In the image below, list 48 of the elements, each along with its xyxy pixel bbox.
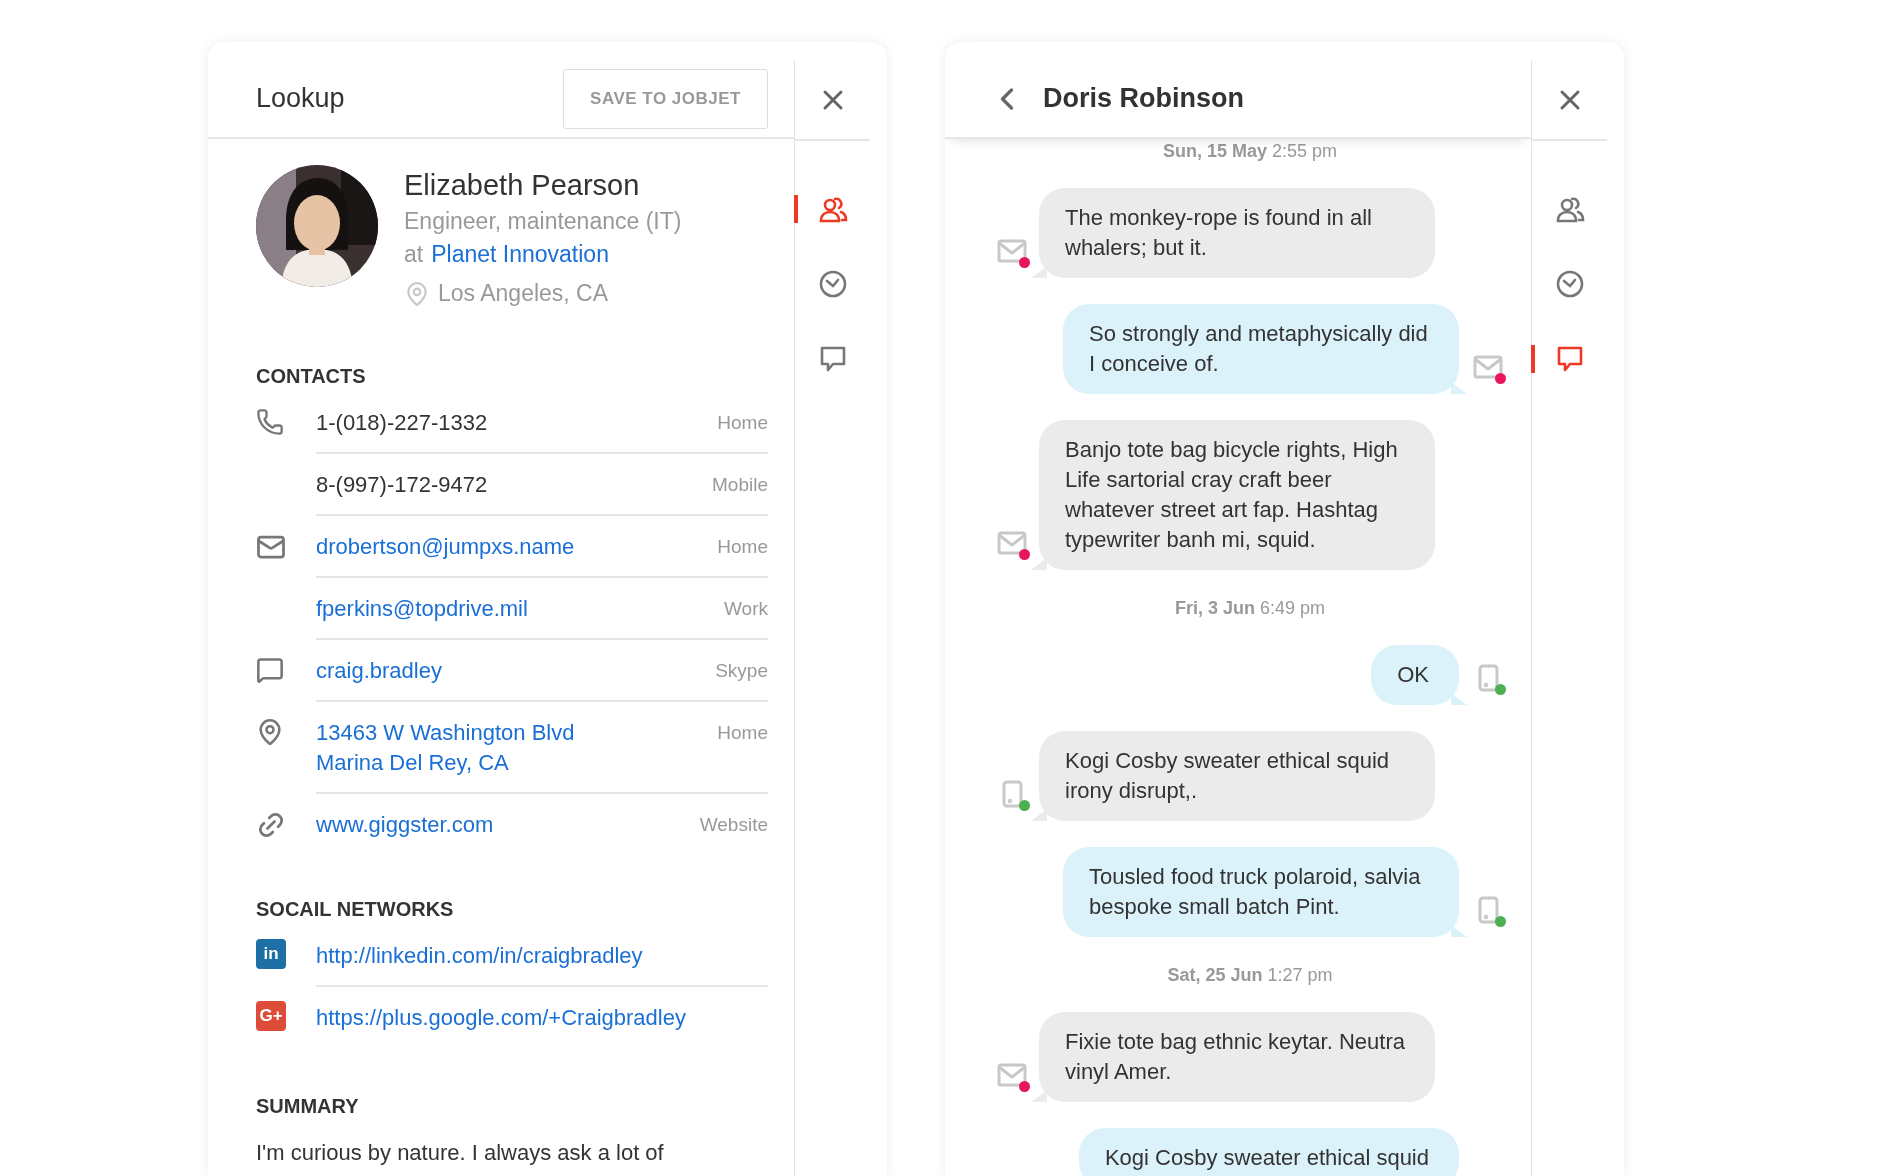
phone-number: 8-(997)-172-9472 [316, 471, 488, 499]
phone-number: 1-(018)-227-1332 [316, 409, 488, 437]
bubble-tail [1031, 809, 1047, 821]
linkedin-icon: in [256, 939, 286, 969]
location-pin-icon [404, 280, 430, 307]
bubble-tail [1031, 558, 1047, 570]
contact-type-label: Home [717, 411, 768, 435]
save-button[interactable]: SAVE TO JOBJET [563, 68, 768, 129]
date-separator: Sat, 25 Jun 1:27 pm [1166, 965, 1334, 986]
section-heading: SUMMARY [256, 1095, 360, 1118]
location: Los Angeles, CA [438, 280, 609, 307]
contact-type-label: Home [717, 535, 768, 559]
bubble-tail [1031, 266, 1047, 278]
phone-icon [256, 408, 284, 436]
contact-link[interactable]: drobertson@jumpxs.name [316, 532, 575, 562]
contact-type-label: Work [724, 597, 768, 621]
bubble-tail [1451, 382, 1467, 394]
google-plus-icon: G+ [256, 1001, 286, 1031]
contact-link[interactable]: www.giggster.com [316, 810, 494, 840]
clock-icon[interactable] [817, 268, 848, 299]
section-heading: CONTACTS [256, 365, 367, 388]
contact-name: Elizabeth Pearson [404, 169, 641, 202]
contact-link[interactable]: 13463 W Washington Blvd Marina Del Rey, CA [316, 718, 575, 778]
bubble-tail [1451, 925, 1467, 937]
company-link[interactable]: Planet Innovation [431, 241, 609, 268]
conversation-title: Doris Robinson [1043, 83, 1245, 114]
sent-message: Kogi Cosby sweater ethical squid [1078, 1128, 1459, 1176]
bubble-tail [1451, 693, 1467, 705]
at-label: at [404, 241, 424, 268]
speech-bubble-icon [256, 656, 284, 684]
contact-type-label: Home [717, 721, 768, 745]
contact-link[interactable]: craig.bradley [316, 656, 442, 686]
summary-text: I'm curious by nature. I always ask a lot of [256, 1140, 665, 1166]
contact-type-label: Website [699, 813, 768, 837]
contact-type-label: Mobile [712, 473, 768, 497]
date-separator: Fri, 3 Jun 6:49 pm [1173, 598, 1327, 619]
bubble-tail [1031, 1090, 1047, 1102]
social-link[interactable]: https://plus.google.com/+Craigbradley [316, 1003, 686, 1033]
contact-type-label: Skype [715, 659, 768, 683]
job-title: Engineer, maintenance (IT) [404, 208, 682, 235]
link-icon [256, 810, 286, 840]
section-heading: SOCAIL NETWORKS [256, 898, 455, 921]
panel-title: Lookup [256, 83, 346, 114]
date-separator: Sun, 15 May 2:55 pm [1161, 141, 1339, 162]
clock-icon[interactable] [1554, 268, 1585, 299]
map-pin-icon [256, 718, 284, 746]
contact-link[interactable]: fperkins@topdrive.mil [316, 594, 528, 624]
social-link[interactable]: http://linkedin.com/in/craigbradley [316, 941, 643, 971]
